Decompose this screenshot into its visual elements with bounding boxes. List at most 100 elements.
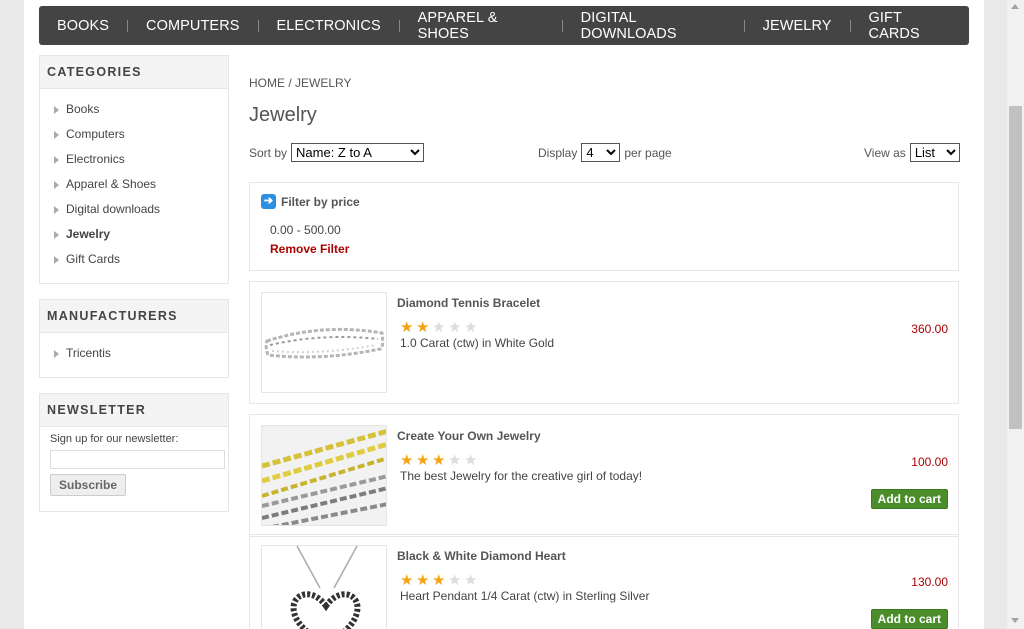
- top-menu-computers[interactable]: COMPUTERS: [128, 18, 258, 34]
- page-title: Jewelry: [249, 104, 317, 126]
- category-label: Computers: [66, 127, 125, 141]
- price-filter-box: ➔ Filter by price 0.00 - 500.00 Remove F…: [249, 182, 959, 271]
- top-menu: BOOKS COMPUTERS ELECTRONICS APPAREL & SH…: [39, 6, 969, 45]
- scroll-down-arrow-icon[interactable]: [1011, 618, 1019, 623]
- categories-block: CATEGORIES Books Computers Electronics A…: [39, 55, 229, 284]
- product-item: Create Your Own Jewelry ★ ★ ★ ★ ★ The best J…: [249, 414, 959, 537]
- category-label: Apparel & Shoes: [66, 177, 157, 191]
- scrollbar-thumb[interactable]: [1009, 106, 1022, 429]
- category-label: Electronics: [66, 152, 125, 166]
- manufacturer-tricentis[interactable]: Tricentis: [54, 341, 228, 366]
- display-suffix: per page: [624, 145, 672, 160]
- bullet-arrow-icon: [54, 255, 59, 264]
- product-name[interactable]: Black & White Diamond Heart: [397, 549, 566, 563]
- filter-range: 0.00 - 500.00: [270, 223, 341, 237]
- star-empty-icon: ★: [464, 452, 478, 469]
- category-jewelry[interactable]: Jewelry: [54, 222, 228, 247]
- rating-stars: ★ ★ ★ ★ ★: [400, 453, 480, 468]
- star-empty-icon: ★: [448, 452, 462, 469]
- newsletter-email-input[interactable]: [50, 450, 225, 469]
- category-books[interactable]: Books: [54, 97, 228, 122]
- sort-select[interactable]: Name: Z to A: [291, 143, 425, 162]
- rating-stars: ★ ★ ★ ★ ★: [400, 320, 480, 335]
- add-to-cart-button[interactable]: Add to cart: [870, 609, 948, 629]
- manufacturer-label: Tricentis: [66, 346, 111, 360]
- categories-title: CATEGORIES: [40, 56, 228, 89]
- page: BOOKS COMPUTERS ELECTRONICS APPAREL & SH…: [24, 0, 984, 629]
- scroll-up-arrow-icon[interactable]: [1011, 4, 1019, 9]
- star-filled-icon: ★: [400, 452, 414, 469]
- chains-image[interactable]: [261, 425, 387, 526]
- bullet-arrow-icon: [54, 230, 59, 239]
- category-computers[interactable]: Computers: [54, 122, 228, 147]
- product-name[interactable]: Diamond Tennis Bracelet: [397, 296, 540, 310]
- star-filled-icon: ★: [416, 572, 430, 589]
- category-digital-downloads[interactable]: Digital downloads: [54, 197, 228, 222]
- display-control: Display 4 per page: [538, 143, 672, 162]
- category-apparel[interactable]: Apparel & Shoes: [54, 172, 228, 197]
- product-description: The best Jewelry for the creative girl o…: [400, 469, 643, 483]
- product-item: Diamond Tennis Bracelet ★ ★ ★ ★ ★ 1.0 Carat …: [249, 281, 959, 404]
- top-menu-apparel[interactable]: APPAREL & SHOES: [400, 10, 562, 42]
- manufacturers-block: MANUFACTURERS Tricentis: [39, 299, 229, 378]
- breadcrumb: HOME / JEWELRY: [249, 76, 352, 90]
- bullet-arrow-icon: [54, 180, 59, 189]
- bullet-arrow-icon: [54, 349, 59, 358]
- arrow-right-icon: ➔: [261, 194, 276, 209]
- top-menu-electronics[interactable]: ELECTRONICS: [258, 18, 398, 34]
- top-menu-jewelry[interactable]: JEWELRY: [745, 18, 850, 34]
- top-menu-digital-downloads[interactable]: DIGITAL DOWNLOADS: [563, 10, 744, 42]
- product-price: 130.00: [911, 575, 948, 589]
- breadcrumb-home[interactable]: HOME: [249, 76, 285, 90]
- view-label: View as: [864, 145, 906, 160]
- categories-list: Books Computers Electronics Apparel & Sh…: [40, 89, 228, 280]
- top-menu-books[interactable]: BOOKS: [39, 18, 127, 34]
- bracelet-image[interactable]: [261, 292, 387, 393]
- product-description: Heart Pendant 1/4 Carat (ctw) in Sterlin…: [400, 589, 650, 603]
- star-filled-icon: ★: [400, 572, 414, 589]
- product-description: 1.0 Carat (ctw) in White Gold: [400, 336, 555, 350]
- breadcrumb-separator: /: [288, 76, 292, 90]
- filter-title: Filter by price: [281, 194, 360, 209]
- product-item: Black & White Diamond Heart ★ ★ ★ ★ ★ Heart …: [249, 534, 959, 629]
- star-filled-icon: ★: [416, 319, 430, 336]
- category-gift-cards[interactable]: Gift Cards: [54, 247, 228, 272]
- product-price: 100.00: [911, 455, 948, 469]
- display-label: Display: [538, 145, 578, 160]
- newsletter-block: NEWSLETTER Sign up for our newsletter: S…: [39, 393, 229, 512]
- view-control: View as List: [864, 143, 960, 162]
- category-electronics[interactable]: Electronics: [54, 147, 228, 172]
- subscribe-button[interactable]: Subscribe: [50, 474, 127, 496]
- breadcrumb-current: JEWELRY: [295, 76, 352, 90]
- filter-header: ➔ Filter by price: [261, 194, 360, 209]
- star-empty-icon: ★: [464, 572, 478, 589]
- category-label: Gift Cards: [66, 252, 121, 266]
- product-price: 360.00: [911, 322, 948, 336]
- bullet-arrow-icon: [54, 105, 59, 114]
- star-empty-icon: ★: [432, 319, 446, 336]
- manufacturers-title: MANUFACTURERS: [40, 300, 228, 333]
- star-empty-icon: ★: [448, 319, 462, 336]
- bullet-arrow-icon: [54, 130, 59, 139]
- newsletter-prompt: Sign up for our newsletter:: [50, 433, 179, 445]
- display-select[interactable]: 4: [581, 143, 621, 162]
- bullet-arrow-icon: [54, 205, 59, 214]
- star-empty-icon: ★: [464, 319, 478, 336]
- star-empty-icon: ★: [448, 572, 462, 589]
- add-to-cart-button[interactable]: Add to cart: [870, 489, 948, 509]
- category-label: Digital downloads: [66, 202, 161, 216]
- vertical-scrollbar[interactable]: [1007, 0, 1024, 629]
- newsletter-body: Sign up for our newsletter: Subscribe: [40, 427, 228, 510]
- bullet-arrow-icon: [54, 155, 59, 164]
- category-label: Books: [66, 102, 100, 116]
- remove-filter-link[interactable]: Remove Filter: [270, 242, 349, 256]
- newsletter-title: NEWSLETTER: [40, 394, 228, 427]
- top-menu-gift-cards[interactable]: GIFT CARDS: [851, 10, 970, 42]
- category-label: Jewelry: [66, 227, 111, 241]
- product-name[interactable]: Create Your Own Jewelry: [397, 429, 541, 443]
- view-select[interactable]: List: [909, 143, 960, 162]
- rating-stars: ★ ★ ★ ★ ★: [400, 573, 480, 588]
- star-filled-icon: ★: [432, 452, 446, 469]
- star-filled-icon: ★: [400, 319, 414, 336]
- heart-pendant-image[interactable]: [261, 545, 387, 629]
